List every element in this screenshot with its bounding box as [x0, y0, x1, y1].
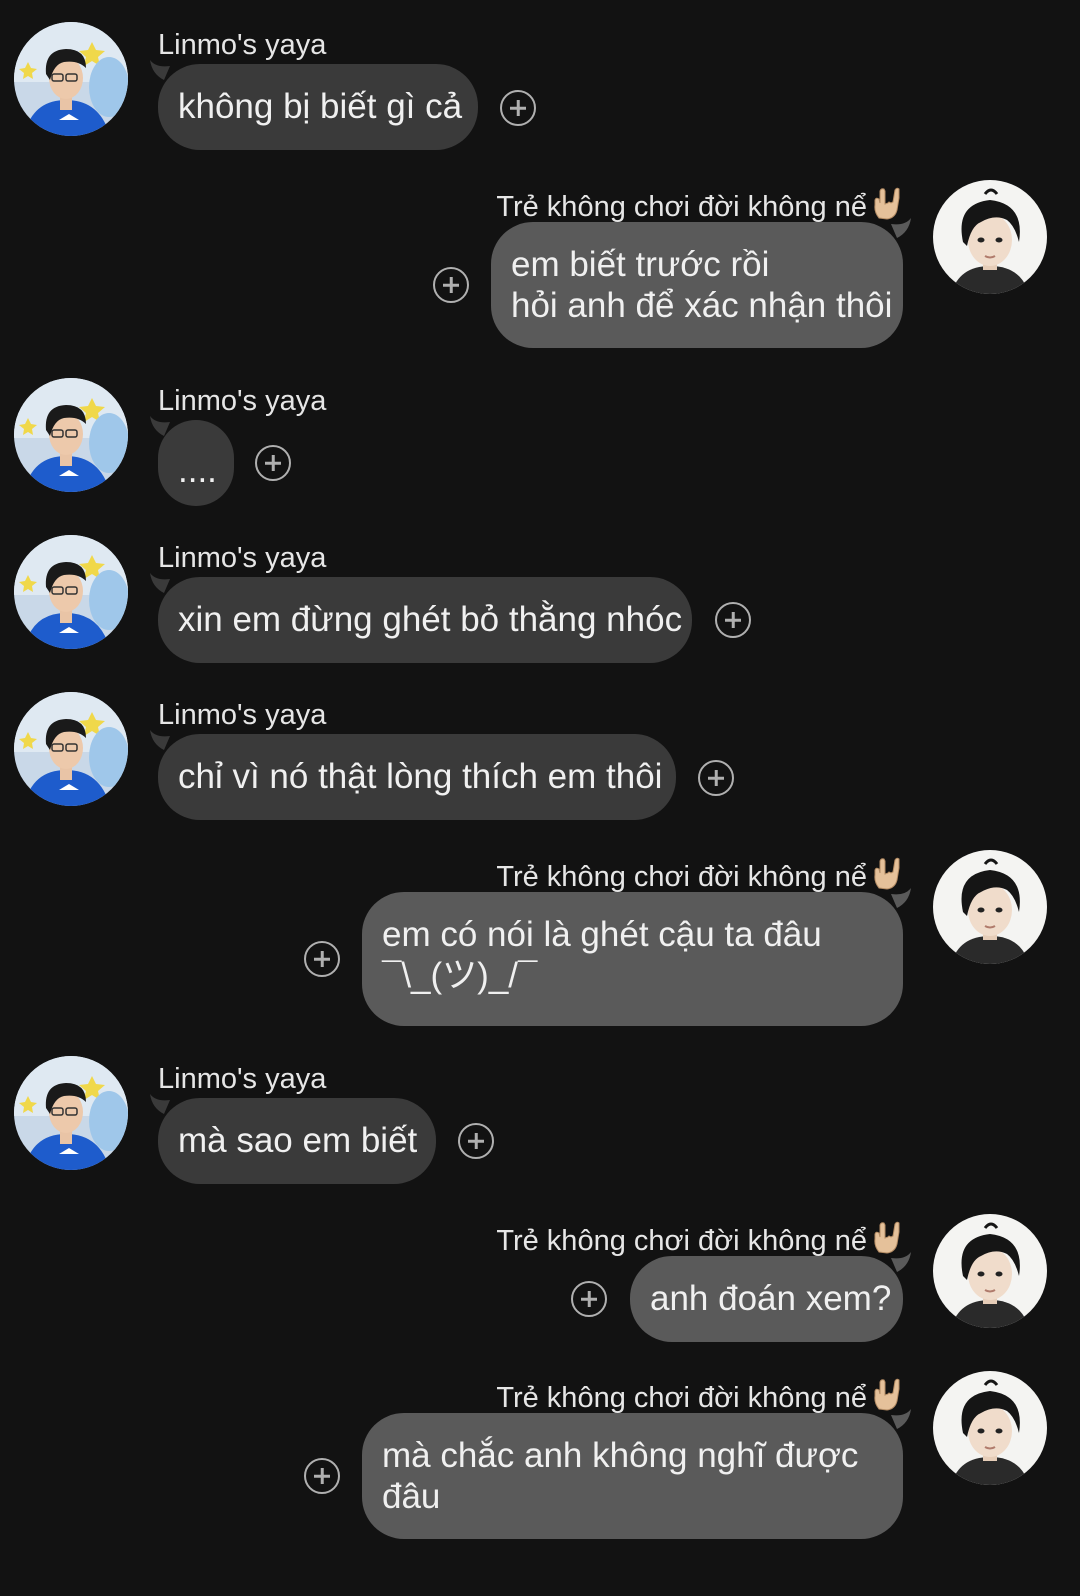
self-avatar[interactable]: [933, 1371, 1047, 1485]
bubble-tail: [891, 1252, 911, 1272]
sender-name: Trẻ không chơi đời không nể: [496, 856, 903, 894]
sender-name-text: Linmo's yaya: [158, 29, 327, 61]
sender-name-text: Trẻ không chơi đời không nể: [496, 861, 867, 893]
message-bubble[interactable]: em có nói là ghét cậu ta đâu ¯\_(ツ)_/¯: [362, 892, 903, 1026]
message-text: em có nói là ghét cậu ta đâu: [382, 915, 822, 954]
bubble-tail: [891, 1409, 911, 1429]
sender-name-text: Linmo's yaya: [158, 699, 327, 731]
sender-name-text: Linmo's yaya: [158, 385, 327, 417]
contact-avatar[interactable]: [14, 692, 128, 806]
add-reaction-button[interactable]: [304, 1458, 340, 1494]
message-bubble[interactable]: mà chắc anh không nghĩ được đâu: [362, 1413, 903, 1539]
add-reaction-button[interactable]: [698, 760, 734, 796]
hand-sign-emoji-icon: [871, 1377, 903, 1411]
add-reaction-button[interactable]: [304, 941, 340, 977]
sender-name: Linmo's yaya: [158, 541, 326, 575]
message-text: ¯\_(ツ)_/¯: [382, 956, 538, 995]
add-reaction-button[interactable]: [500, 90, 536, 126]
add-reaction-button[interactable]: [255, 445, 291, 481]
message-text: chỉ vì nó thật lòng thích em thôi: [178, 757, 663, 796]
message-text: ....: [178, 451, 217, 490]
bubble-tail: [891, 218, 911, 238]
sender-name-text: Trẻ không chơi đời không nể: [496, 191, 867, 223]
message-bubble[interactable]: không bị biết gì cả: [158, 64, 478, 150]
message-bubble[interactable]: xin em đừng ghét bỏ thằng nhóc: [158, 577, 692, 663]
hand-sign-emoji-icon: [871, 186, 903, 220]
sender-name-text: Trẻ không chơi đời không nể: [496, 1225, 867, 1257]
message-text: đâu: [382, 1477, 441, 1516]
contact-avatar[interactable]: [14, 535, 128, 649]
bubble-tail: [891, 888, 911, 908]
message-text: hỏi anh để xác nhận thôi: [511, 286, 893, 325]
message-bubble[interactable]: anh đoán xem?: [630, 1256, 903, 1342]
self-avatar[interactable]: [933, 850, 1047, 964]
message-bubble[interactable]: chỉ vì nó thật lòng thích em thôi: [158, 734, 676, 820]
bubble-tail: [150, 416, 170, 436]
message-bubble[interactable]: mà sao em biết: [158, 1098, 436, 1184]
bubble-tail: [150, 573, 170, 593]
sender-name-text: Trẻ không chơi đời không nể: [496, 1382, 867, 1414]
message-text: mà sao em biết: [178, 1121, 418, 1160]
self-avatar[interactable]: [933, 180, 1047, 294]
sender-name: Linmo's yaya: [158, 1062, 326, 1096]
sender-name-text: Linmo's yaya: [158, 542, 327, 574]
bubble-tail: [150, 730, 170, 750]
message-text: không bị biết gì cả: [178, 87, 463, 126]
contact-avatar[interactable]: [14, 22, 128, 136]
sender-name: Trẻ không chơi đời không nể: [496, 186, 903, 224]
sender-name: Linmo's yaya: [158, 384, 326, 418]
message-text: anh đoán xem?: [650, 1279, 892, 1318]
message-text: mà chắc anh không nghĩ được: [382, 1436, 859, 1475]
message-text: xin em đừng ghét bỏ thằng nhóc: [178, 600, 683, 639]
sender-name-text: Linmo's yaya: [158, 1063, 327, 1095]
contact-avatar[interactable]: [14, 378, 128, 492]
add-reaction-button[interactable]: [715, 602, 751, 638]
add-reaction-button[interactable]: [571, 1281, 607, 1317]
bubble-tail: [150, 1094, 170, 1114]
add-reaction-button[interactable]: [458, 1123, 494, 1159]
bubble-tail: [150, 60, 170, 80]
sender-name: Linmo's yaya: [158, 28, 326, 62]
contact-avatar[interactable]: [14, 1056, 128, 1170]
self-avatar[interactable]: [933, 1214, 1047, 1328]
message-text: em biết trước rồi: [511, 245, 770, 284]
message-bubble[interactable]: em biết trước rồi hỏi anh để xác nhận thô…: [491, 222, 903, 348]
add-reaction-button[interactable]: [433, 267, 469, 303]
sender-name: Trẻ không chơi đời không nể: [496, 1220, 903, 1258]
hand-sign-emoji-icon: [871, 1220, 903, 1254]
sender-name: Trẻ không chơi đời không nể: [496, 1377, 903, 1415]
hand-sign-emoji-icon: [871, 856, 903, 890]
sender-name: Linmo's yaya: [158, 698, 326, 732]
